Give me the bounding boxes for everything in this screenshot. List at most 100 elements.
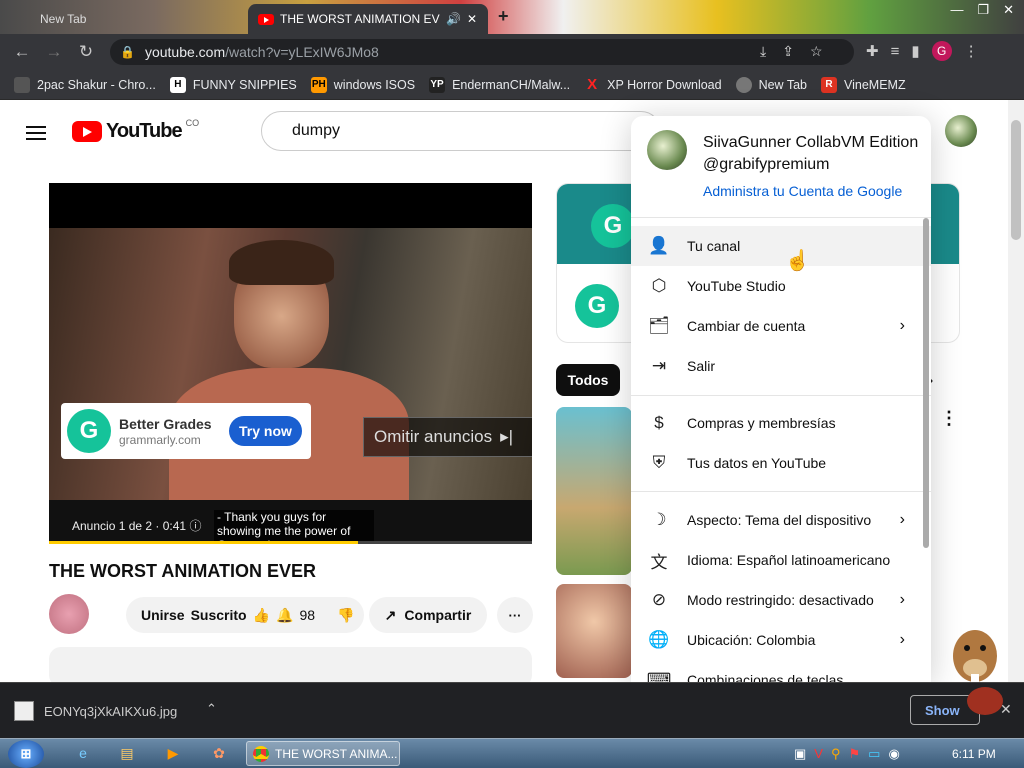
video-thumbnail[interactable] bbox=[556, 407, 632, 575]
chevron-right-icon: › bbox=[899, 511, 905, 528]
menu-item-sign-out[interactable]: ⇥ Salir bbox=[631, 346, 931, 386]
menu-item-language[interactable]: 文 Idioma: Español latinoamericano bbox=[631, 540, 931, 580]
explorer-icon[interactable]: ▤ bbox=[114, 742, 140, 764]
tray-v-icon[interactable]: V bbox=[814, 746, 823, 762]
keyboard-icon: ⌨ bbox=[646, 670, 672, 682]
file-icon bbox=[14, 701, 34, 721]
tray-app-icon[interactable]: ▣ bbox=[794, 746, 806, 762]
media-player-icon[interactable]: ▶ bbox=[160, 742, 186, 764]
url-path: /watch?v=yLExIW6JMo8 bbox=[225, 44, 379, 60]
tab-active-video[interactable]: THE WORST ANIMATION EV 🔊 ✕ bbox=[248, 4, 488, 34]
paint-icon[interactable]: ✿ bbox=[206, 742, 232, 764]
download-item[interactable]: EONYq3jXkAIKXu6.jpg bbox=[14, 701, 177, 721]
bookmark-item[interactable]: YP EndermanCH/Malw... bbox=[429, 76, 570, 93]
taskbar-chrome-window[interactable]: THE WORST ANIMA... bbox=[246, 741, 400, 766]
info-icon[interactable]: ⓘ bbox=[189, 519, 201, 533]
gopher-overlay-image bbox=[953, 630, 1003, 715]
ad-text: Better Grades grammarly.com bbox=[119, 416, 212, 447]
close-tab-icon[interactable]: ✕ bbox=[467, 12, 477, 26]
back-button[interactable]: ← bbox=[6, 42, 38, 62]
minimize-button[interactable]: — bbox=[950, 2, 963, 18]
page-scrollbar-thumb[interactable] bbox=[1011, 120, 1021, 240]
menu-item-keyboard-shortcuts[interactable]: ⌨ Combinaciones de teclas bbox=[631, 660, 931, 682]
share-icon[interactable]: ⇪ bbox=[782, 43, 794, 60]
restricted-icon: ⊘ bbox=[651, 590, 667, 609]
ie-icon[interactable]: e bbox=[70, 742, 96, 764]
bell-icon[interactable]: 🔔 bbox=[276, 607, 293, 624]
ad-brand: Better Grades bbox=[119, 415, 212, 432]
share-button[interactable]: ↗ Compartir bbox=[369, 597, 487, 633]
close-window-button[interactable]: ✕ bbox=[1003, 2, 1014, 18]
channel-avatar[interactable] bbox=[49, 594, 89, 634]
tray-search-icon[interactable]: ⚲ bbox=[831, 746, 841, 762]
r-icon: R bbox=[821, 76, 837, 93]
bookmark-item[interactable]: New Tab bbox=[735, 76, 807, 93]
youtube-favicon-icon bbox=[258, 13, 274, 25]
globe-icon: 🌐 bbox=[648, 630, 670, 649]
ad-counter: Anuncio 1 de 2 · 0:41 ⓘ bbox=[72, 519, 202, 533]
description-box[interactable] bbox=[49, 647, 532, 687]
youtube-play-icon bbox=[72, 121, 102, 142]
tab-new-tab[interactable]: New Tab bbox=[16, 4, 244, 34]
video-frame bbox=[49, 228, 532, 508]
search-input[interactable]: dumpy bbox=[261, 111, 661, 151]
forward-button[interactable]: → bbox=[38, 42, 70, 62]
more-options-icon[interactable]: ⋮ bbox=[940, 408, 958, 429]
install-icon[interactable]: ⤓ bbox=[760, 43, 766, 60]
reload-button[interactable]: ↻ bbox=[70, 42, 102, 62]
menu-scrollbar[interactable] bbox=[923, 218, 929, 548]
menu-item-purchases[interactable]: $ Compras y membresías bbox=[631, 403, 931, 443]
chevron-up-icon[interactable]: ⌃ bbox=[206, 701, 217, 717]
address-bar[interactable]: 🔒 youtube.com/watch?v=yLExIW6JMo8 bbox=[110, 39, 854, 65]
menu-item-your-data[interactable]: ⛨ Tus datos en YouTube bbox=[631, 443, 931, 483]
menu-item-restricted-mode[interactable]: ⊘ Modo restringido: desactivado › bbox=[631, 580, 931, 620]
monitor-icon[interactable]: ▭ bbox=[868, 746, 880, 762]
restore-button[interactable]: ❐ bbox=[977, 2, 989, 18]
bookmark-item[interactable]: 2pac Shakur - Chro... bbox=[14, 76, 156, 93]
volume-icon[interactable]: ◉ bbox=[888, 746, 899, 762]
side-panel-icon[interactable]: ▮ bbox=[911, 42, 919, 60]
bookmark-item[interactable]: R VineMEMZ bbox=[821, 76, 906, 93]
filter-chip-all[interactable]: Todos bbox=[556, 364, 620, 396]
subscribed-button[interactable]: Suscrito bbox=[191, 607, 247, 623]
video-player[interactable]: G Better Grades grammarly.com Try now Omi… bbox=[49, 183, 532, 544]
more-actions-button[interactable]: ··· bbox=[497, 597, 533, 633]
shield-person-icon: ⛨ bbox=[652, 453, 666, 472]
account-avatar[interactable] bbox=[945, 115, 977, 147]
menu-item-switch-account[interactable]: 🗂 Cambiar de cuenta › bbox=[631, 306, 931, 346]
media-control-icon[interactable]: ≡ bbox=[891, 43, 900, 60]
profile-avatar[interactable]: G bbox=[931, 41, 952, 61]
video-thumbnail[interactable] bbox=[556, 584, 632, 678]
yp-icon: YP bbox=[429, 76, 446, 93]
like-icon[interactable]: 👍 bbox=[253, 607, 270, 624]
ad-card[interactable]: G Better Grades grammarly.com Try now bbox=[61, 403, 311, 459]
new-tab-button[interactable]: + bbox=[498, 6, 509, 27]
bookmark-item[interactable]: X XP Horror Download bbox=[584, 76, 721, 93]
menu-item-youtube-studio[interactable]: ⬡ YouTube Studio bbox=[631, 266, 931, 306]
menu-divider bbox=[631, 491, 931, 492]
extensions-puzzle-icon[interactable]: ✚ bbox=[866, 42, 879, 60]
dollar-icon: $ bbox=[654, 413, 664, 432]
menu-item-appearance[interactable]: ☽ Aspecto: Tema del dispositivo › bbox=[631, 500, 931, 540]
skip-ad-button[interactable]: Omitir anuncios ▸| bbox=[363, 417, 532, 457]
progress-fill bbox=[49, 541, 359, 544]
chrome-menu-icon[interactable]: ⋮ bbox=[964, 42, 979, 60]
try-now-button[interactable]: Try now bbox=[229, 416, 302, 446]
clock[interactable]: 6:11 PM bbox=[952, 747, 996, 761]
video-title: THE WORST ANIMATION EVER bbox=[49, 561, 316, 581]
menu-item-location[interactable]: 🌐 Ubicación: Colombia › bbox=[631, 620, 931, 660]
speaker-icon[interactable]: 🔊 bbox=[446, 12, 461, 26]
menu-hamburger-icon[interactable] bbox=[26, 122, 46, 144]
dislike-icon[interactable]: 👎 bbox=[337, 607, 354, 624]
bookmark-item[interactable]: H FUNNY SNIPPIES bbox=[169, 76, 297, 93]
youtube-logo[interactable]: YouTube CO bbox=[72, 118, 199, 143]
join-button[interactable]: Unirse bbox=[141, 607, 185, 623]
x-icon: X bbox=[587, 76, 598, 93]
bookmark-star-icon[interactable]: ☆ bbox=[810, 43, 823, 60]
flag-icon[interactable]: ⚑ bbox=[849, 746, 861, 762]
manage-account-link[interactable]: Administra tu Cuenta de Google bbox=[703, 183, 902, 199]
menu-item-your-channel[interactable]: 👤 Tu canal bbox=[631, 226, 931, 266]
ad-domain: grammarly.com bbox=[119, 432, 201, 447]
start-button[interactable]: ⊞ bbox=[8, 740, 44, 768]
bookmark-item[interactable]: PH windows ISOS bbox=[310, 76, 415, 93]
